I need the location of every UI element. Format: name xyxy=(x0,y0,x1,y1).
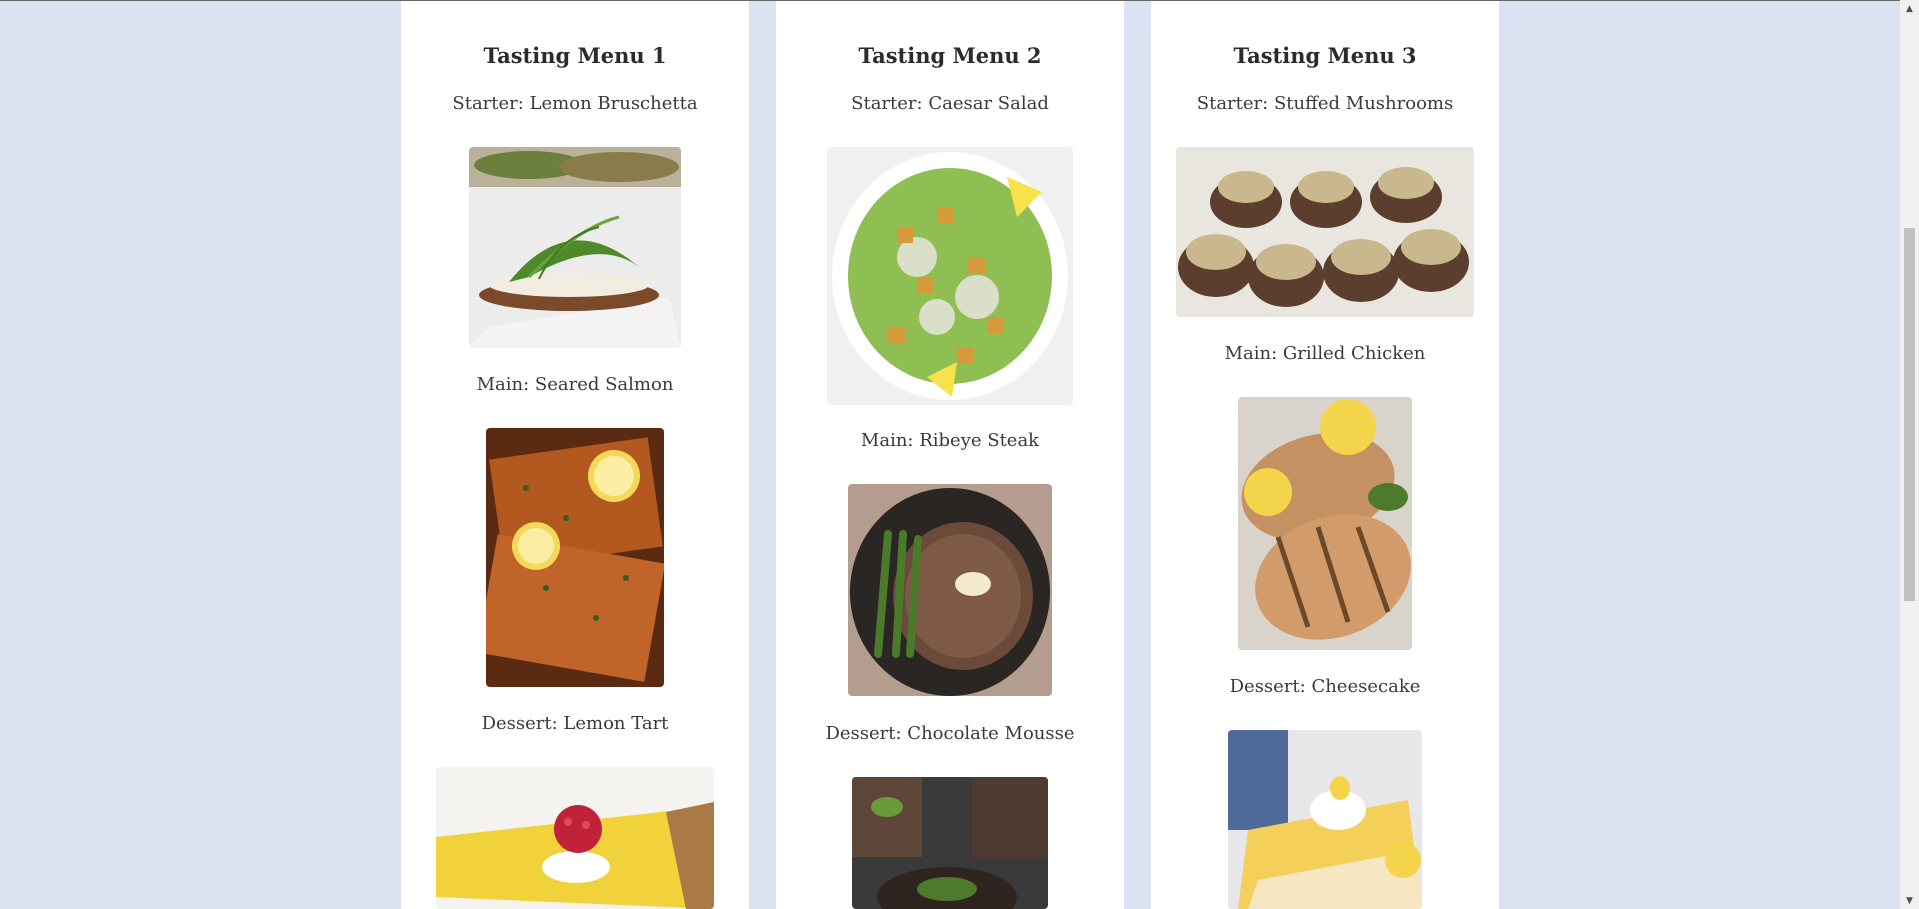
vertical-scrollbar[interactable]: ▲ ▼ xyxy=(1900,0,1919,909)
tasting-menu-2-card: Tasting Menu 2 Starter: Caesar Salad Mai… xyxy=(776,1,1124,909)
scroll-up-arrow-icon[interactable]: ▲ xyxy=(1900,0,1919,17)
main-label: Main: Ribeye Steak xyxy=(860,430,1040,451)
starter-label: Starter: Caesar Salad xyxy=(851,93,1049,114)
scroll-down-arrow-icon[interactable]: ▼ xyxy=(1900,892,1919,909)
main-label: Main: Seared Salmon xyxy=(476,374,674,395)
starter-label: Starter: Stuffed Mushrooms xyxy=(1196,93,1454,114)
cheesecake-image xyxy=(1228,730,1422,909)
lemon-tart-image xyxy=(436,767,714,909)
tasting-menus: Tasting Menu 1 Starter: Lemon Bruschetta… xyxy=(0,1,1900,909)
ribeye-steak-image xyxy=(848,484,1052,696)
stuffed-mushrooms-image xyxy=(1176,147,1474,317)
chocolate-mousse-image xyxy=(852,777,1048,909)
tasting-menu-1-card: Tasting Menu 1 Starter: Lemon Bruschetta… xyxy=(401,1,749,909)
seared-salmon-image xyxy=(486,428,664,687)
dessert-label: Dessert: Lemon Tart xyxy=(481,713,669,734)
menu-title: Tasting Menu 1 xyxy=(483,43,667,68)
dessert-label: Dessert: Chocolate Mousse xyxy=(825,723,1075,744)
caesar-salad-image xyxy=(827,147,1073,405)
scrollbar-thumb[interactable] xyxy=(1904,228,1915,601)
tasting-menu-3-card: Tasting Menu 3 Starter: Stuffed Mushroom… xyxy=(1151,1,1499,909)
menu-title: Tasting Menu 2 xyxy=(858,43,1042,68)
grilled-chicken-image xyxy=(1238,397,1412,650)
starter-label: Starter: Lemon Bruschetta xyxy=(452,93,698,114)
dessert-label: Dessert: Cheesecake xyxy=(1229,676,1421,697)
main-label: Main: Grilled Chicken xyxy=(1224,343,1426,364)
lemon-bruschetta-image xyxy=(469,147,681,348)
menu-title: Tasting Menu 3 xyxy=(1233,43,1417,68)
